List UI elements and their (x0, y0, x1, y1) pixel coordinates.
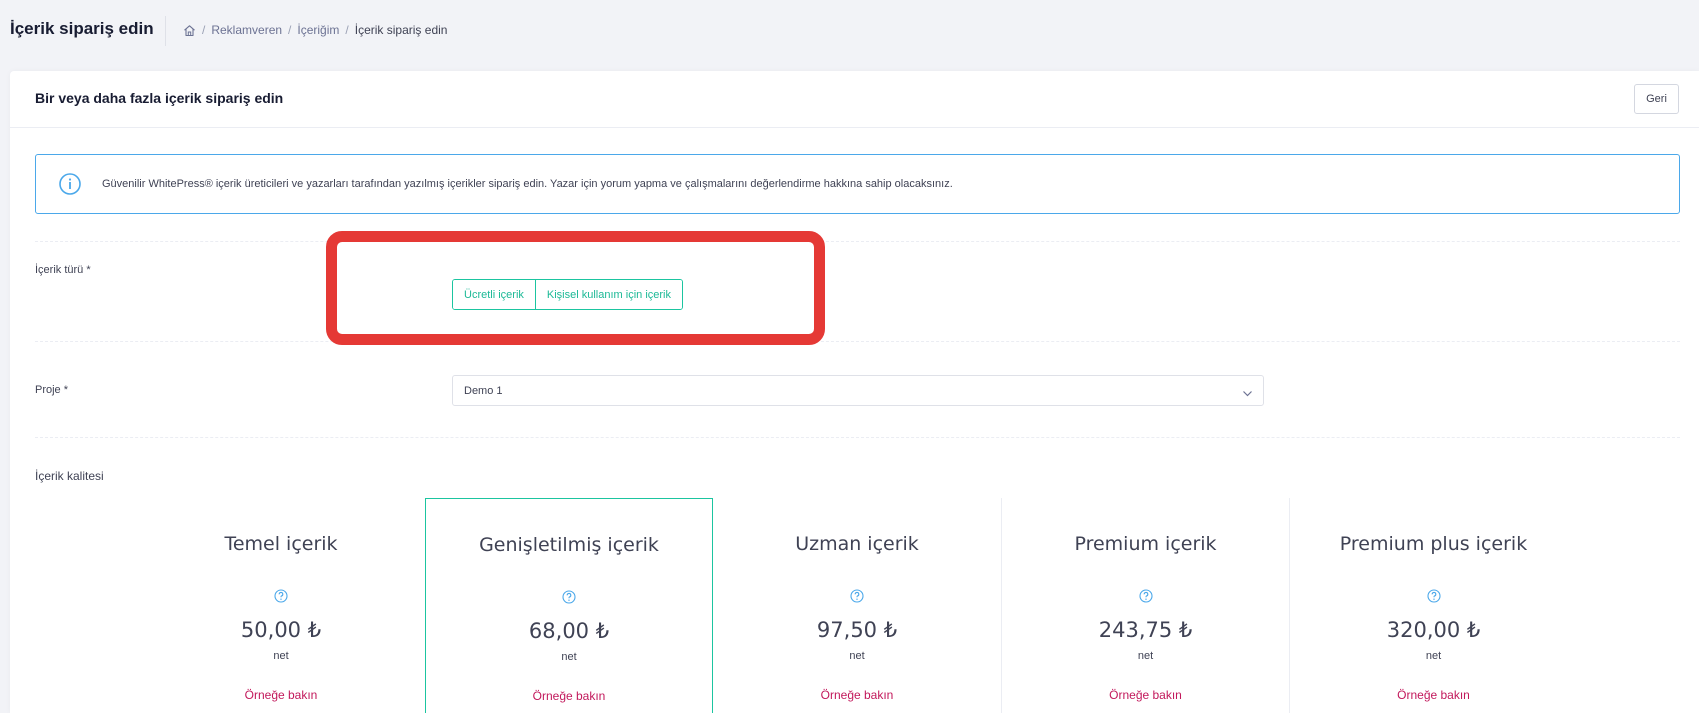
help-icon[interactable] (1426, 589, 1441, 603)
see-example-link[interactable]: Örneğe bakın (1290, 688, 1577, 702)
info-alert: Güvenilir WhitePress® içerik üreticileri… (35, 154, 1680, 214)
breadcrumb-separator: / (202, 23, 206, 37)
see-example-link[interactable]: Örneğe bakın (1002, 688, 1289, 702)
breadcrumb-item-current: İçerik sipariş edin (354, 23, 448, 37)
title-divider (165, 16, 166, 46)
tier-card-premium-plus[interactable]: Premium plus içerik 320,00 ₺ net Örneğe … (1289, 498, 1577, 713)
tier-name: Temel içerik (224, 533, 338, 555)
tier-price: 320,00 ₺ (1386, 618, 1481, 642)
tier-net-label: net (1137, 650, 1154, 662)
project-select-value: Demo 1 (464, 385, 503, 397)
personal-use-content-option[interactable]: Kişisel kullanım için içerik (534, 280, 682, 309)
quality-tiers: Temel içerik 50,00 ₺ net Örneğe bakın Ge… (137, 498, 1577, 713)
content-type-label: İçerik türü * (35, 264, 91, 276)
tier-card-premium[interactable]: Premium içerik 243,75 ₺ net Örneğe bakın (1001, 498, 1289, 713)
order-card: Bir veya daha fazla içerik sipariş edin … (10, 71, 1699, 713)
back-button[interactable]: Geri (1634, 84, 1679, 114)
tier-net-label: net (1425, 650, 1442, 662)
tier-card-basic[interactable]: Temel içerik 50,00 ₺ net Örneğe bakın (137, 498, 425, 713)
paid-content-option[interactable]: Ücretli içerik (453, 280, 535, 309)
tier-net-label: net (561, 651, 577, 663)
divider (35, 241, 1680, 242)
content-quality-label: İçerik kalitesi (35, 469, 104, 483)
tier-net-label: net (849, 650, 865, 662)
page-title: İçerik sipariş edin (10, 19, 154, 38)
project-label: Proje * (35, 384, 69, 396)
tier-name: Genişletilmiş içerik (479, 534, 659, 556)
divider (35, 341, 1680, 342)
info-text: Güvenilir WhitePress® içerik üreticileri… (102, 178, 953, 190)
tier-price: 97,50 ₺ (816, 618, 898, 642)
tier-net-label: net (273, 650, 289, 662)
help-icon[interactable] (562, 590, 576, 604)
breadcrumb: / Reklamveren / İçeriğim / İçerik sipari… (183, 23, 447, 37)
tier-price: 243,75 ₺ (1098, 618, 1193, 642)
tier-card-expert[interactable]: Uzman içerik 97,50 ₺ net Örneğe bakın (713, 498, 1001, 713)
chevron-down-icon (1242, 386, 1253, 397)
see-example-link[interactable]: Örneğe bakın (137, 688, 425, 702)
help-icon[interactable] (1138, 589, 1153, 603)
tier-price: 68,00 ₺ (528, 619, 610, 643)
breadcrumb-item-advertiser[interactable]: Reklamveren (211, 23, 282, 37)
tier-card-extended[interactable]: Genişletilmiş içerik 68,00 ₺ net Örneğe … (425, 498, 713, 713)
breadcrumb-item-my-content[interactable]: İçeriğim (297, 23, 339, 37)
info-icon (58, 172, 82, 196)
project-select[interactable]: Demo 1 (452, 375, 1264, 406)
breadcrumb-separator: / (345, 23, 349, 37)
help-icon[interactable] (274, 589, 288, 603)
tier-price: 50,00 ₺ (240, 618, 322, 642)
help-icon[interactable] (850, 589, 864, 603)
card-header: Bir veya daha fazla içerik sipariş edin … (10, 71, 1699, 128)
tier-name: Uzman içerik (795, 533, 919, 555)
tier-name: Premium içerik (1074, 533, 1217, 555)
content-type-selector: Ücretli içerik Kişisel kullanım için içe… (452, 279, 683, 310)
divider (35, 437, 1680, 438)
tier-name: Premium plus içerik (1339, 533, 1528, 555)
top-bar: İçerik sipariş edin / Reklamveren / İçer… (0, 0, 1699, 62)
breadcrumb-separator: / (288, 23, 292, 37)
home-icon[interactable] (183, 24, 196, 37)
card-title: Bir veya daha fazla içerik sipariş edin (35, 90, 284, 106)
see-example-link[interactable]: Örneğe bakın (713, 688, 1001, 702)
see-example-link[interactable]: Örneğe bakın (426, 689, 712, 703)
